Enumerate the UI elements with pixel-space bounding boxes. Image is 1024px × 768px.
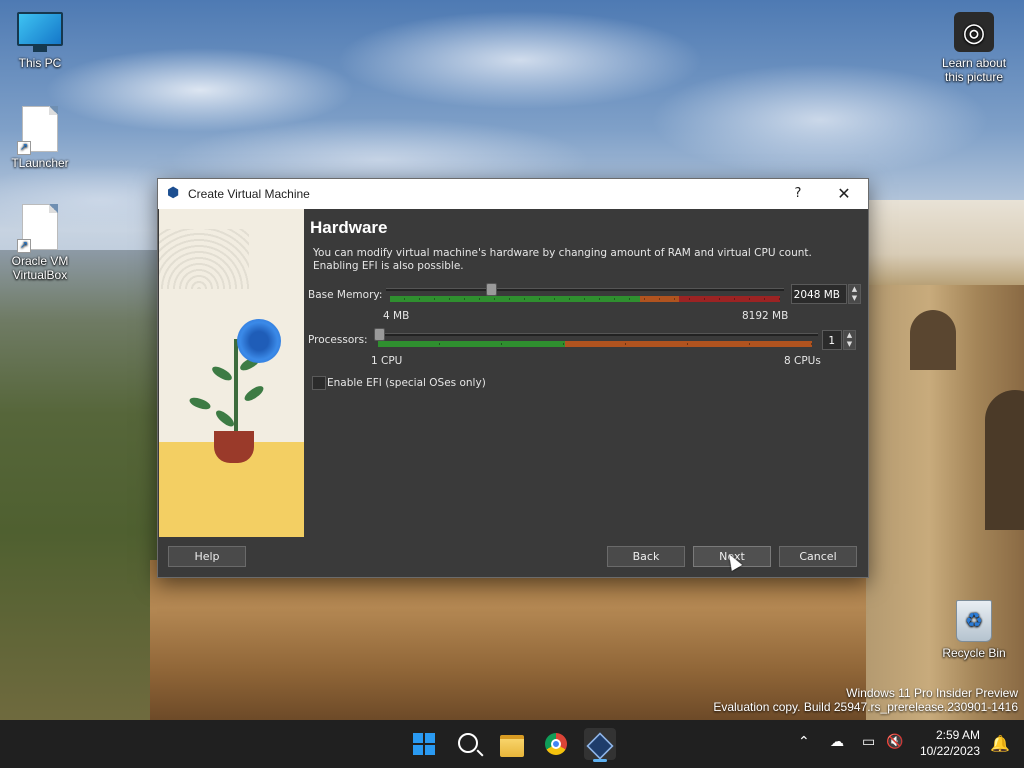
desktop-icon-virtualbox[interactable]: ↗ Oracle VM VirtualBox	[0, 204, 80, 282]
processors-slider-handle[interactable]	[374, 328, 385, 341]
file-icon: ↗	[17, 204, 58, 253]
help-button[interactable]: Help	[168, 546, 246, 567]
range-ticks	[390, 298, 780, 300]
page-description: You can modify virtual machine's hardwar…	[313, 247, 833, 273]
wizard-side-illustration	[159, 209, 304, 537]
description-line: You can modify virtual machine's hardwar…	[313, 247, 812, 259]
base-memory-max-label: 8192 MB	[742, 310, 789, 322]
cancel-button[interactable]: Cancel	[779, 546, 857, 567]
illustration-leaf	[242, 383, 266, 404]
taskbar-chrome[interactable]	[540, 728, 572, 760]
base-memory-label: Base Memory:	[308, 289, 383, 301]
range-ticks	[378, 343, 812, 345]
desktop-icon-label: Learn about this picture	[941, 56, 1007, 84]
base-memory-range-bar	[390, 296, 780, 302]
close-icon[interactable]: ✕	[832, 184, 856, 204]
taskbar-virtualbox[interactable]	[584, 728, 616, 762]
watermark-line: Evaluation copy. Build 25947.rs_prerelea…	[713, 700, 1018, 714]
file-explorer-icon	[500, 735, 524, 757]
enable-efi-checkbox[interactable]	[312, 376, 326, 390]
dialog-footer: Help Back Next Cancel	[158, 537, 868, 577]
virtualbox-icon	[586, 732, 614, 760]
base-memory-input[interactable]: 2048 MB	[791, 284, 847, 304]
active-indicator	[593, 759, 607, 762]
watermark-line: Windows 11 Pro Insider Preview	[846, 686, 1018, 700]
chevron-down-icon[interactable]: ▼	[844, 340, 855, 349]
page-title: Hardware	[310, 218, 388, 237]
base-memory-min-label: 4 MB	[383, 310, 410, 322]
chevron-down-icon[interactable]: ▼	[849, 294, 860, 303]
base-memory-slider-handle[interactable]	[485, 283, 497, 296]
wallpaper-arch	[985, 390, 1024, 530]
desktop-icon-label: TLauncher	[11, 156, 69, 170]
clock-date: 10/22/2023	[919, 744, 980, 758]
shortcut-arrow-icon: ↗	[17, 141, 31, 155]
flower-icon	[237, 319, 281, 363]
help-icon[interactable]: ?	[788, 184, 808, 204]
start-button[interactable]	[408, 728, 440, 760]
illustration-leaf	[210, 364, 234, 383]
illustration-leaf	[188, 395, 212, 412]
taskbar-search-button[interactable]	[452, 728, 484, 760]
desktop-icon-label: Oracle VM VirtualBox	[11, 254, 69, 282]
processors-min-label: 1 CPU	[371, 355, 403, 367]
taskbar-file-explorer[interactable]	[496, 728, 528, 760]
onedrive-icon[interactable]: ☁	[830, 734, 844, 750]
wallpaper-town	[866, 200, 1024, 290]
windows-start-icon	[413, 733, 435, 755]
desktop-icon-label: Recycle Bin	[942, 646, 1006, 660]
illustration-leaf	[213, 407, 237, 430]
processors-input[interactable]: 1	[822, 330, 842, 350]
processors-range-bar	[378, 341, 812, 347]
illustration-cloud	[159, 229, 249, 289]
desktop-icon-tlauncher[interactable]: ↗ TLauncher	[0, 106, 80, 170]
desktop-icon-this-pc[interactable]: This PC	[0, 12, 80, 70]
network-icon[interactable]: ▭	[862, 734, 875, 750]
processors-label: Processors:	[308, 334, 368, 346]
enable-efi-label[interactable]: Enable EFI (special OSes only)	[327, 377, 486, 389]
wizard-content: Hardware You can modify virtual machine'…	[304, 209, 868, 537]
file-icon: ↗	[17, 106, 58, 155]
processors-slider-track[interactable]	[374, 333, 818, 336]
wallpaper-hills	[0, 250, 170, 720]
chevron-up-icon[interactable]: ⌃	[798, 734, 810, 750]
chrome-icon	[545, 733, 567, 755]
evaluation-watermark: Windows 11 Pro Insider Preview Evaluatio…	[713, 686, 1018, 714]
camera-info-icon: ◎	[954, 12, 994, 52]
chevron-up-icon[interactable]: ▲	[849, 285, 860, 294]
flower-pot-icon	[214, 431, 254, 463]
notification-bell-icon[interactable]: 🔔	[990, 734, 1010, 753]
desktop-icon-learn-about-picture[interactable]: ◎ Learn about this picture	[934, 12, 1014, 84]
description-line: Enabling EFI is also possible.	[313, 260, 464, 272]
dialog-titlebar[interactable]: ⬢ Create Virtual Machine ? ✕	[158, 179, 868, 209]
desktop-icon-label: This PC	[18, 56, 62, 70]
processors-max-label: 8 CPUs	[784, 355, 821, 367]
dialog-title: Create Virtual Machine	[188, 187, 310, 201]
system-clock[interactable]: 2:59 AM 10/22/2023	[920, 727, 980, 759]
chevron-up-icon[interactable]: ▲	[844, 331, 855, 340]
shortcut-arrow-icon: ↗	[17, 239, 31, 253]
create-vm-dialog: ⬢ Create Virtual Machine ? ✕ Hardware Yo…	[157, 178, 869, 578]
volume-muted-icon[interactable]: 🔇	[886, 734, 903, 750]
monitor-icon	[17, 12, 63, 52]
clock-time: 2:59 AM	[935, 728, 980, 742]
virtualbox-icon: ⬢	[167, 185, 180, 201]
processors-stepper[interactable]: ▲ ▼	[843, 330, 856, 350]
base-memory-slider-track[interactable]	[386, 288, 784, 291]
recycle-bin-icon: ♻	[956, 600, 992, 642]
search-icon	[458, 733, 478, 753]
taskbar: ⌃ ☁ ▭ 🔇 2:59 AM 10/22/2023 🔔	[0, 720, 1024, 768]
wallpaper-arch	[910, 310, 956, 370]
back-button[interactable]: Back	[607, 546, 685, 567]
desktop-icon-recycle-bin[interactable]: ♻ Recycle Bin	[934, 600, 1014, 660]
base-memory-stepper[interactable]: ▲ ▼	[848, 284, 861, 304]
